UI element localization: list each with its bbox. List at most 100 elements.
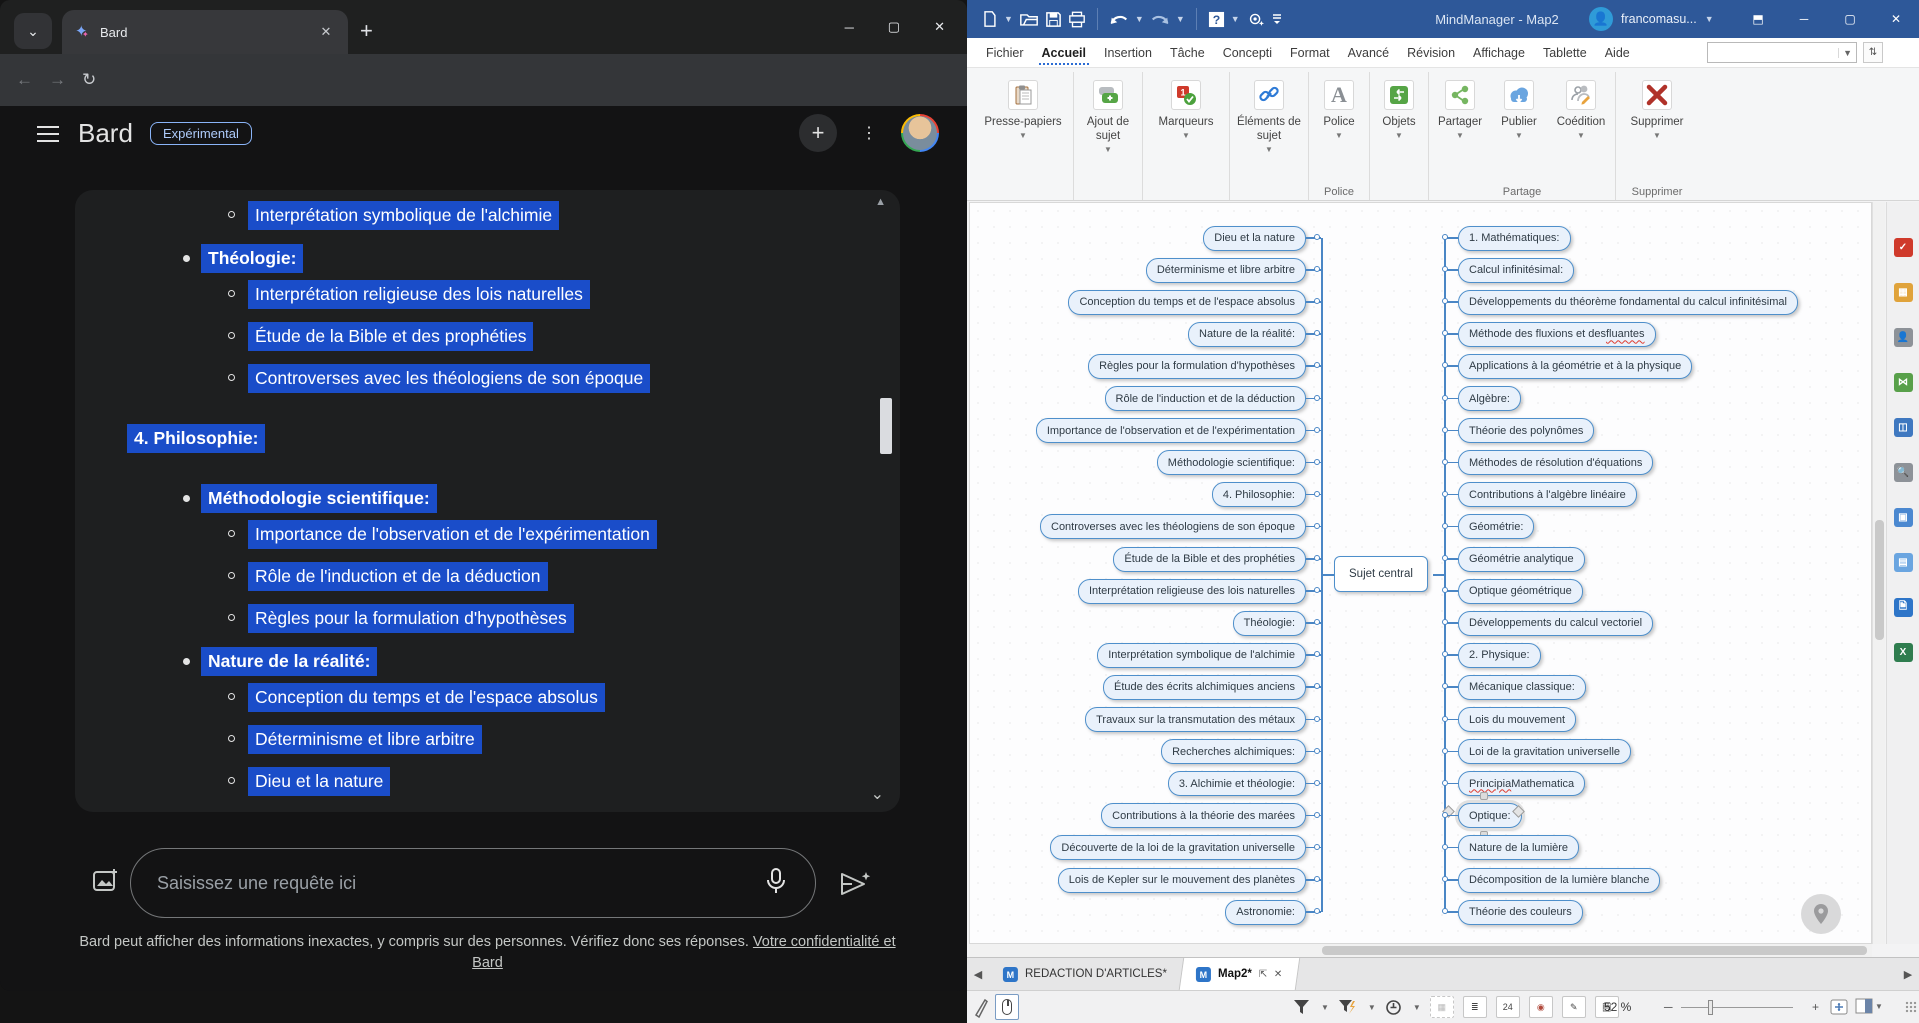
tab-insertion[interactable]: Insertion [1095, 40, 1161, 67]
tab-fichier[interactable]: Fichier [977, 40, 1033, 67]
elements-icon[interactable]: ◫ [1894, 418, 1913, 437]
map-topic[interactable]: Calcul infinitésimal: [1458, 258, 1574, 283]
outline-view-icon[interactable]: ≣ [1463, 996, 1487, 1018]
map-topic[interactable]: Étude des écrits alchimiques anciens [1103, 675, 1306, 700]
horizontal-scroll-thumb[interactable] [1322, 946, 1867, 955]
schedule-view-icon[interactable]: 24 [1496, 996, 1520, 1018]
tab-aide[interactable]: Aide [1596, 40, 1639, 67]
map-topic[interactable]: 2. Physique: [1458, 643, 1541, 668]
ribbon-display-icon[interactable]: ⬒ [1735, 0, 1781, 38]
map-topic[interactable]: Contributions à l'algèbre linéaire [1458, 482, 1637, 507]
zoom-out-icon[interactable]: ─ [1664, 1000, 1673, 1014]
map-topic[interactable]: Théorie des polynômes [1458, 418, 1594, 443]
mm-maximize-icon[interactable]: ▢ [1827, 0, 1873, 38]
menu-hamburger-icon[interactable] [37, 126, 59, 142]
minimize-icon[interactable]: ─ [845, 20, 854, 35]
map-topic[interactable]: Loi de la gravitation universelle [1458, 739, 1631, 764]
mm-close-icon[interactable]: ✕ [1873, 0, 1919, 38]
-l-ments-de-sujet-button[interactable]: Éléments de sujet▼ [1230, 72, 1308, 154]
supprimer-button[interactable]: Supprimer▼ [1616, 72, 1698, 140]
tag-view-icon[interactable]: ▦ [1430, 996, 1454, 1018]
tab-search-icon[interactable]: ⌄ [14, 13, 52, 49]
tab-accueil[interactable]: Accueil [1033, 40, 1095, 67]
map-topic[interactable]: Déterminisme et libre arbitre [1146, 258, 1306, 283]
police-button[interactable]: APolice▼ [1309, 72, 1369, 140]
map-topic[interactable]: Méthodologie scientifique: [1157, 450, 1306, 475]
document-tab[interactable]: MREDACTION D'ARTICLES* [987, 958, 1184, 990]
chevron-down-icon[interactable]: ▼ [1321, 1003, 1329, 1012]
ribbon-search-box[interactable]: ▼ [1707, 42, 1857, 63]
browser-tab-bard[interactable]: ✦✦ Bard ✕ [62, 10, 348, 54]
tab-tablette[interactable]: Tablette [1534, 40, 1596, 67]
vertical-scroll-thumb[interactable] [1875, 520, 1884, 640]
map-topic[interactable]: Optique: [1458, 803, 1522, 828]
chevron-down-icon[interactable]: ▼ [1176, 14, 1185, 24]
close-doc-icon[interactable]: ✕ [1274, 969, 1282, 980]
chevron-down-icon[interactable]: ▼ [1135, 14, 1144, 24]
location-pin-icon[interactable] [1801, 894, 1841, 934]
resize-grip[interactable] [1905, 1001, 1917, 1013]
close-icon[interactable]: ✕ [316, 22, 336, 42]
map-topic[interactable]: Méthode des fluxions et des fluantes [1458, 322, 1656, 347]
tab-tâche[interactable]: Tâche [1161, 40, 1214, 67]
prompt-input[interactable]: Saisissez une requête ici [130, 848, 816, 918]
restore-doc-icon[interactable]: ⇱ [1259, 969, 1267, 980]
map-topic[interactable]: Mécanique classique: [1458, 675, 1586, 700]
search-icon[interactable]: 🔍 [1894, 463, 1913, 482]
tab-concepti[interactable]: Concepti [1214, 40, 1281, 67]
chat-scrollbar[interactable] [880, 398, 892, 454]
print-icon[interactable] [1068, 11, 1086, 28]
chevron-down-icon[interactable]: ▼ [1413, 1003, 1421, 1012]
document-tab[interactable]: MMap2*⇱✕ [1180, 958, 1300, 990]
map-topic[interactable]: Lois de Kepler sur le mouvement des plan… [1058, 868, 1306, 893]
presse-papiers-button[interactable]: Presse-papiers▼ [973, 72, 1073, 140]
map-parts-icon[interactable]: ▤ [1894, 553, 1913, 572]
redo-icon[interactable] [1150, 12, 1170, 27]
central-topic[interactable]: Sujet central [1334, 556, 1428, 592]
resources-icon[interactable]: 👤 [1894, 328, 1913, 347]
save-icon[interactable] [1045, 11, 1062, 28]
map-canvas[interactable]: Dieu et la natureDéterminisme et libre a… [969, 202, 1872, 944]
close-window-icon[interactable]: ✕ [934, 19, 945, 35]
visual-options-icon[interactable] [1246, 11, 1266, 27]
chevron-down-icon[interactable]: ▼ [1231, 14, 1240, 24]
open-file-icon[interactable] [1019, 11, 1039, 28]
new-chat-icon[interactable]: + [799, 114, 837, 152]
reload-icon[interactable]: ↻ [82, 70, 96, 90]
notes-icon[interactable]: 🗎 [1894, 598, 1913, 617]
marker-index-icon[interactable]: ✓ [1894, 238, 1913, 257]
map-topic[interactable]: Astronomie: [1225, 900, 1306, 925]
zoom-slider[interactable] [1681, 1007, 1793, 1008]
mouse-mode-icon[interactable] [995, 994, 1019, 1020]
map-topic[interactable]: Nature de la réalité: [1188, 322, 1306, 347]
mic-icon[interactable] [763, 866, 789, 901]
stylus-icon[interactable] [973, 996, 989, 1018]
map-topic[interactable]: Théorie des couleurs [1458, 900, 1583, 925]
excel-export-icon[interactable]: X [1894, 643, 1913, 662]
map-topic[interactable]: Applications à la géométrie et à la phys… [1458, 354, 1692, 379]
map-topic[interactable]: Décomposition de la lumière blanche [1458, 868, 1660, 893]
map-topic[interactable]: Interprétation symbolique de l'alchimie [1097, 643, 1306, 668]
objets-button[interactable]: Objets▼ [1370, 72, 1428, 140]
tab-révision[interactable]: Révision [1398, 40, 1464, 67]
map-topic[interactable]: Nature de la lumière [1458, 835, 1579, 860]
chat-options-kebab-icon[interactable]: ⋮ [861, 123, 877, 143]
image-upload-icon[interactable] [90, 866, 120, 901]
shared-links-icon[interactable]: ⋈ [1894, 373, 1913, 392]
map-topic[interactable]: Découverte de la loi de la gravitation u… [1050, 835, 1306, 860]
tab-scroll-right-icon[interactable]: ▶ [1897, 958, 1919, 990]
marqueurs-button[interactable]: 1Marqueurs▼ [1143, 72, 1229, 140]
tab-format[interactable]: Format [1281, 40, 1339, 67]
send-icon[interactable] [838, 868, 872, 905]
tab-avancé[interactable]: Avancé [1339, 40, 1398, 67]
map-topic[interactable]: 3. Alchimie et théologie: [1168, 771, 1306, 796]
map-topic[interactable]: Conception du temps et de l'espace absol… [1068, 290, 1306, 315]
icon-view-icon[interactable]: ◉ [1529, 996, 1553, 1018]
zoom-in-icon[interactable]: + [1812, 1000, 1819, 1014]
ajout-de-sujet-button[interactable]: Ajout de sujet▼ [1074, 72, 1142, 154]
tab-scroll-left-icon[interactable]: ◀ [967, 958, 989, 990]
maximize-icon[interactable]: ▢ [888, 19, 900, 35]
map-topic[interactable]: Développements du théorème fondamental d… [1458, 290, 1798, 315]
library-icon[interactable]: ▣ [1894, 508, 1913, 527]
co-dition-button[interactable]: Coédition▼ [1547, 72, 1615, 140]
